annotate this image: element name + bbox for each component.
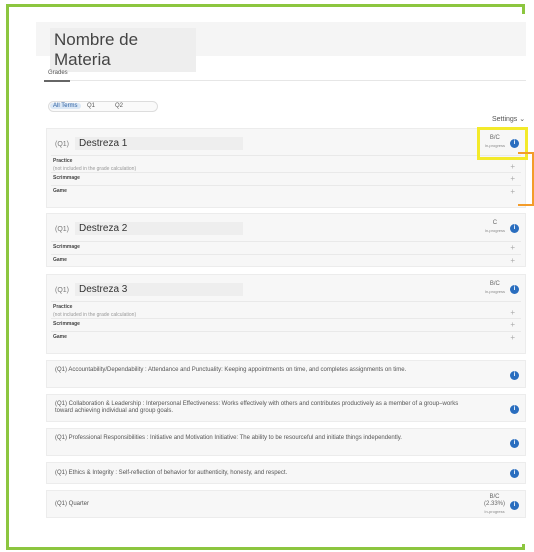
grade-value: B/C [489,494,500,500]
standard-text: (Q1) Accountability/Dependability : Atte… [55,367,407,373]
grade-value: C [492,220,498,226]
standard-card: (Q1) Accountability/Dependability : Atte… [46,360,526,388]
sub-label: Scrimmage [53,175,80,181]
info-icon[interactable]: i [510,439,519,448]
sub-label: Game [53,334,67,340]
term-filter: All Terms Q1 Q2 [48,101,158,112]
info-icon[interactable]: i [510,405,519,414]
term-q1[interactable]: Q1 [87,103,95,109]
sub-row: Scrimmage + [51,172,521,183]
info-icon[interactable]: i [510,501,519,510]
sub-row: Game + [51,254,521,265]
sub-row: Scrimmage + [51,241,521,252]
quarter-grade: B/C (2.33%) In-progress [484,494,505,515]
skill-grade: B/C In-progress [485,281,505,295]
standard-text: (Q1) Ethics & Integrity : Self-reflectio… [55,470,288,476]
info-icon[interactable]: i [510,469,519,478]
tab-active-indicator [44,80,70,82]
course-title: Nombre de Materia [50,28,196,72]
plus-icon[interactable]: + [510,187,515,196]
standard-text: (Q1) Professional Responsibilities : Ini… [55,435,402,441]
skill-code: (Q1) [55,226,69,233]
grade-status: In-progress [484,509,505,514]
tab-grades[interactable]: Grades [48,70,68,76]
sub-row: Game + [51,331,521,342]
plus-icon[interactable]: + [510,243,515,252]
settings-dropdown[interactable]: Settings ⌄ [492,115,525,123]
standard-card: (Q1) Collaboration & Leadership : Interp… [46,394,526,422]
sub-row: Scrimmage + [51,318,521,329]
sub-row: Practice (not included in the grade calc… [51,155,521,172]
sub-label: Practice [53,158,73,164]
skill-name: Destreza 1 [75,137,243,150]
skill-code: (Q1) [55,141,69,148]
grade-status: In-progress [484,228,505,233]
plus-icon[interactable]: + [510,174,515,183]
plus-icon[interactable]: + [510,320,515,329]
sub-label: Scrimmage [53,321,80,327]
grade-value: B/C [489,281,500,287]
plus-icon[interactable]: + [510,308,515,317]
info-icon[interactable]: i [510,224,519,233]
standard-card: (Q1) Ethics & Integrity : Self-reflectio… [46,462,526,484]
tab-divider [44,80,526,81]
standard-text: (Q1) Collaboration & Leadership : Interp… [55,401,459,414]
plus-icon[interactable]: + [510,256,515,265]
sub-label: Game [53,257,67,263]
skill-card: (Q1) Destreza 2 C In-progress i Scrimmag… [46,213,526,267]
term-all[interactable]: All Terms [50,103,81,109]
info-icon[interactable]: i [510,285,519,294]
quarter-card: (Q1) Quarter B/C (2.33%) In-progress i [46,490,526,518]
grade-percent: (2.33%) [483,501,505,507]
skill-code: (Q1) [55,287,69,294]
skill-grade: C In-progress [485,220,505,234]
standard-card: (Q1) Professional Responsibilities : Ini… [46,428,526,456]
sub-label: Scrimmage [53,244,80,250]
skill-card: (Q1) Destreza 3 B/C In-progress i Practi… [46,274,526,354]
sub-row: Practice (not included in the grade calc… [51,301,521,318]
chevron-down-icon: ⌄ [519,116,526,123]
bracket-annotation [518,152,534,206]
quarter-label: (Q1) Quarter [55,501,90,507]
sub-label: Game [53,188,67,194]
grades-page: Nombre de Materia Grades All Terms Q1 Q2… [22,14,528,544]
term-q2[interactable]: Q2 [115,103,123,109]
grade-status: In-progress [484,289,505,294]
skill-card: (Q1) Destreza 1 B/C In-progress i Practi… [46,128,526,208]
plus-icon[interactable]: + [510,162,515,171]
info-icon[interactable]: i [510,371,519,380]
sub-label: Practice [53,304,73,310]
skill-name: Destreza 2 [75,222,243,235]
course-header: Nombre de Materia [32,22,526,72]
sub-row: Game + [51,185,521,196]
settings-label: Settings [492,116,518,123]
plus-icon[interactable]: + [510,333,515,342]
skill-name: Destreza 3 [75,283,243,296]
